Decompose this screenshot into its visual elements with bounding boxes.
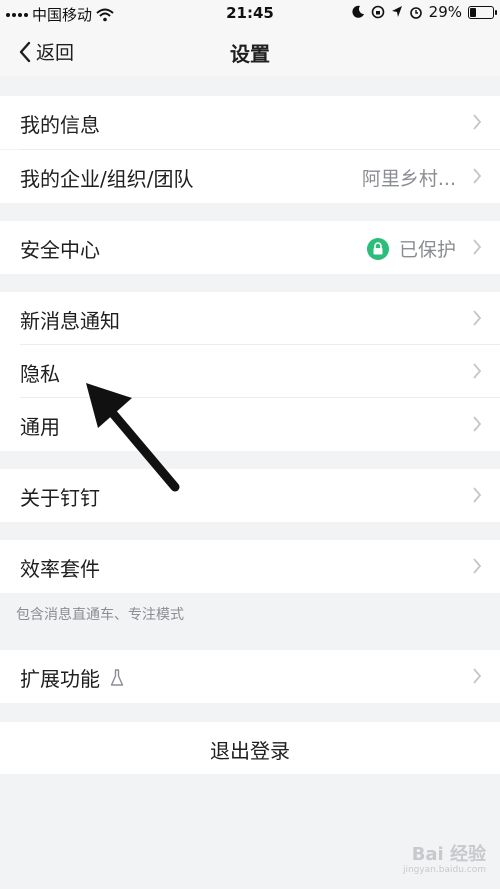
watermark-text: Bai 经验 — [411, 844, 486, 865]
row-about-dingtalk[interactable]: 关于钉钉 — [0, 469, 500, 522]
chevron-right-icon — [473, 668, 482, 684]
page-title: 设置 — [230, 42, 270, 66]
chevron-right-icon — [473, 239, 482, 255]
row-label: 我的企业/组织/团队 — [20, 167, 194, 191]
row-label: 通用 — [20, 415, 60, 439]
row-label: 安全中心 — [20, 238, 100, 262]
row-general[interactable]: 通用 — [0, 398, 500, 451]
row-extensions[interactable]: 扩展功能 — [0, 650, 500, 703]
row-label: 新消息通知 — [20, 309, 120, 333]
row-my-organization[interactable]: 我的企业/组织/团队 阿里乡村... — [0, 150, 500, 203]
security-status: 已保护 — [366, 235, 456, 262]
row-label: 隐私 — [20, 362, 60, 386]
status-right: 29% — [351, 3, 497, 21]
chevron-right-icon — [473, 558, 482, 574]
moon-icon — [352, 5, 364, 18]
chevron-right-icon — [473, 363, 482, 379]
status-bar: 中国移动 21:45 29% — [0, 0, 500, 28]
battery-percent: 29% — [428, 3, 462, 21]
chevron-right-icon — [473, 487, 482, 503]
location-icon — [391, 6, 402, 17]
row-new-message-notifications[interactable]: 新消息通知 — [0, 292, 500, 345]
chevron-right-icon — [473, 310, 482, 326]
chevron-right-icon — [473, 416, 482, 432]
row-label: 效率套件 — [20, 557, 100, 581]
chevron-right-icon — [473, 114, 482, 130]
watermark-sub: jingyan.baidu.com — [402, 865, 486, 875]
row-label: 扩展功能 — [20, 663, 124, 692]
watermark: Bai 经验 jingyan.baidu.com — [403, 846, 486, 875]
battery-icon — [468, 5, 497, 19]
flask-icon — [110, 668, 124, 686]
rotation-lock-icon — [371, 5, 384, 19]
logout-label: 退出登录 — [210, 739, 290, 763]
row-privacy[interactable]: 隐私 — [0, 345, 500, 398]
row-my-info[interactable]: 我的信息 — [0, 96, 500, 149]
security-status-label: 已保护 — [398, 239, 456, 261]
row-security-center[interactable]: 安全中心 已保护 — [0, 221, 500, 274]
efficiency-suite-hint: 包含消息直通车、专注模式 — [16, 607, 184, 623]
organization-value: 阿里乡村... — [361, 168, 456, 190]
extensions-label: 扩展功能 — [20, 667, 100, 691]
row-label: 关于钉钉 — [20, 486, 100, 510]
alarm-icon — [409, 7, 422, 19]
lock-icon — [366, 237, 389, 260]
nav-bar: 返回 设置 — [0, 28, 500, 76]
chevron-right-icon — [473, 168, 482, 184]
row-label: 我的信息 — [20, 113, 100, 137]
row-efficiency-suite[interactable]: 效率套件 — [0, 540, 500, 593]
logout-button[interactable]: 退出登录 — [0, 722, 500, 774]
